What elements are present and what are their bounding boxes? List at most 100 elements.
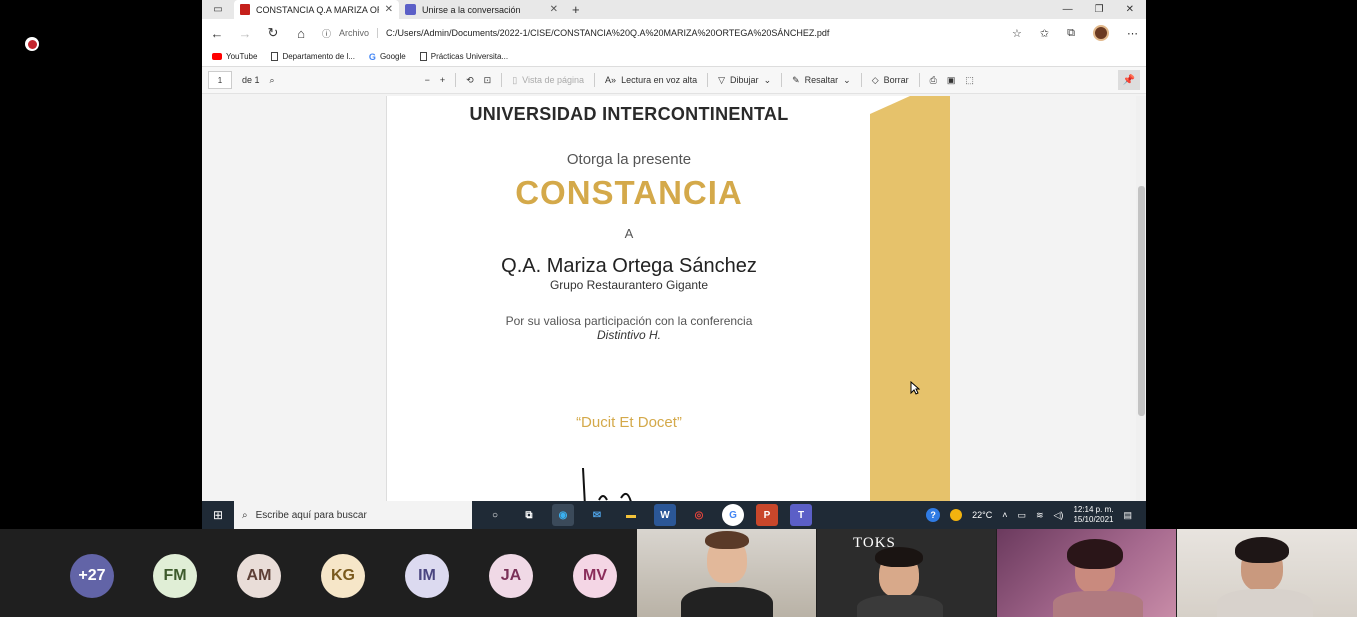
draw-button[interactable]: ▽ Dibujar ⌄ bbox=[718, 75, 771, 86]
participant-body bbox=[1217, 589, 1313, 617]
taskbar-search[interactable]: ⌕ Escribe aquí para buscar bbox=[234, 501, 472, 529]
bookmarks-bar: YouTube Departamento de l... G Google Pr… bbox=[202, 47, 1146, 67]
page-icon bbox=[271, 52, 279, 61]
participant-video[interactable] bbox=[1177, 529, 1357, 617]
chrome-icon[interactable]: ◎ bbox=[688, 504, 710, 526]
close-icon[interactable]: ✕ bbox=[385, 4, 393, 15]
taskbar-clock[interactable]: 12:14 p. m. 15/10/2021 bbox=[1073, 505, 1113, 525]
bookmark-youtube[interactable]: YouTube bbox=[212, 52, 257, 61]
minimize-icon[interactable]: — bbox=[1063, 4, 1073, 15]
edge-icon[interactable]: ◉ bbox=[552, 504, 574, 526]
url-field[interactable]: ⓘ Archivo C:/Users/Admin/Documents/2022-… bbox=[322, 23, 998, 43]
close-icon[interactable]: ✕ bbox=[550, 4, 558, 15]
pdf-viewer[interactable]: UNIVERSIDAD INTERCONTINENTAL Otorga la p… bbox=[202, 96, 1146, 501]
search-icon[interactable]: ⌕ bbox=[270, 75, 275, 86]
save-icon[interactable]: ▣ bbox=[947, 75, 956, 86]
tab-pdf[interactable]: CONSTANCIA Q.A MARIZA ORTE ✕ bbox=[234, 0, 399, 19]
page-view-icon: ▯ bbox=[512, 74, 518, 85]
participant-avatar[interactable]: IM bbox=[405, 554, 449, 598]
highlight-icon: ✎ bbox=[792, 74, 800, 85]
rotate-icon[interactable]: ⟲ bbox=[466, 75, 474, 86]
divider bbox=[918, 73, 920, 87]
weather-icon[interactable] bbox=[950, 509, 963, 521]
mail-icon[interactable]: ✉ bbox=[586, 504, 608, 526]
restore-icon[interactable]: ❐ bbox=[1095, 4, 1104, 15]
decorative-band bbox=[870, 96, 950, 501]
page-number-input[interactable]: 1 bbox=[208, 71, 232, 89]
favorite-star-icon[interactable]: ☆ bbox=[1012, 27, 1022, 40]
pdf-scrollbar[interactable] bbox=[1136, 96, 1146, 501]
bookmark-departamento[interactable]: Departamento de l... bbox=[271, 52, 355, 61]
participant-video[interactable]: TOKS bbox=[817, 529, 996, 617]
task-view-icon[interactable]: ⧉ bbox=[518, 504, 540, 526]
file-explorer-icon[interactable]: ▬ bbox=[620, 504, 642, 526]
chevron-down-icon[interactable]: ⌄ bbox=[764, 75, 772, 86]
notifications-icon[interactable]: ▤ bbox=[1123, 510, 1132, 521]
participant-avatar[interactable]: AM bbox=[237, 554, 281, 598]
participant-avatar[interactable]: FM bbox=[153, 554, 197, 598]
forward-icon[interactable]: → bbox=[238, 26, 252, 41]
url-text[interactable]: C:/Users/Admin/Documents/2022-1/CISE/CON… bbox=[386, 28, 829, 38]
read-aloud-icon: A» bbox=[605, 75, 617, 85]
participant-avatar[interactable]: MV bbox=[573, 554, 617, 598]
eraser-icon: ◇ bbox=[871, 74, 879, 85]
clock-time: 12:14 p. m. bbox=[1073, 505, 1114, 514]
refresh-icon[interactable]: ↻ bbox=[266, 25, 280, 41]
close-window-icon[interactable]: ✕ bbox=[1126, 4, 1134, 15]
divider bbox=[594, 73, 596, 87]
collections-icon[interactable]: ⧉ bbox=[1067, 27, 1075, 40]
participant-hair bbox=[1067, 539, 1123, 569]
back-icon[interactable]: ← bbox=[210, 26, 224, 41]
favorites-icon[interactable]: ✩ bbox=[1040, 27, 1049, 40]
zoom-out-icon[interactable]: − bbox=[425, 75, 430, 85]
zoom-in-icon[interactable]: + bbox=[440, 75, 445, 85]
chevron-down-icon[interactable]: ⌄ bbox=[843, 75, 851, 86]
print-icon[interactable]: ⎙ bbox=[930, 75, 937, 86]
participant-video[interactable] bbox=[637, 529, 816, 617]
new-tab-button[interactable]: + bbox=[564, 2, 588, 17]
bookmark-label: Departamento de l... bbox=[282, 52, 355, 61]
temperature[interactable]: 22°C bbox=[972, 510, 992, 520]
home-icon[interactable]: ⌂ bbox=[294, 26, 308, 41]
erase-button[interactable]: ◇ Borrar bbox=[872, 75, 909, 86]
google-icon[interactable]: G bbox=[722, 504, 744, 526]
divider bbox=[860, 73, 862, 87]
save-as-icon[interactable]: ⬚ bbox=[965, 75, 974, 86]
participant-avatar[interactable]: JA bbox=[489, 554, 533, 598]
avatar-initials: AM bbox=[246, 567, 272, 584]
avatar-initials: +27 bbox=[78, 567, 106, 584]
powerpoint-icon[interactable]: P bbox=[756, 504, 778, 526]
tab-actions-icon[interactable]: ▭ bbox=[202, 4, 234, 15]
help-icon[interactable]: ? bbox=[926, 508, 941, 522]
tab-teams[interactable]: Unirse a la conversación ✕ bbox=[399, 0, 564, 19]
read-aloud-button[interactable]: A» Lectura en voz alta bbox=[605, 75, 697, 85]
participant-avatar[interactable]: KG bbox=[321, 554, 365, 598]
wifi-icon[interactable]: ≋ bbox=[1036, 510, 1044, 521]
battery-icon[interactable]: ▭ bbox=[1017, 510, 1026, 521]
highlight-label: Resaltar bbox=[804, 75, 839, 85]
youtube-icon bbox=[212, 53, 222, 60]
page-view-button[interactable]: ▯ Vista de página bbox=[512, 75, 584, 86]
bookmark-google[interactable]: G Google bbox=[369, 52, 406, 62]
participant-video[interactable] bbox=[997, 529, 1176, 617]
info-icon[interactable]: ⓘ bbox=[322, 27, 331, 40]
recipient-group: Grupo Restaurantero Gigante bbox=[549, 278, 709, 292]
divider bbox=[707, 73, 709, 87]
teams-icon[interactable]: T bbox=[790, 504, 812, 526]
fit-page-icon[interactable]: ⊡ bbox=[484, 75, 492, 86]
volume-icon[interactable]: ◁) bbox=[1054, 510, 1064, 521]
tab-label: Unirse a la conversación bbox=[422, 4, 521, 15]
more-options-icon[interactable]: ⋯ bbox=[1127, 27, 1138, 40]
bookmark-practicas[interactable]: Prácticas Universita... bbox=[419, 52, 508, 61]
participant-body bbox=[1053, 591, 1143, 617]
participant-avatar-more[interactable]: +27 bbox=[70, 554, 114, 598]
university-name: UNIVERSIDAD INTERCONTINENTAL bbox=[469, 104, 789, 124]
word-icon[interactable]: W bbox=[654, 504, 676, 526]
pin-toolbar-icon[interactable]: 📌 bbox=[1118, 70, 1140, 90]
chevron-up-icon[interactable]: ˄ bbox=[1002, 510, 1007, 520]
cortana-icon[interactable]: ○ bbox=[484, 504, 506, 526]
scrollbar-thumb[interactable] bbox=[1138, 186, 1145, 416]
windows-start-icon[interactable]: ⊞ bbox=[202, 508, 234, 522]
highlight-button[interactable]: ✎ Resaltar ⌄ bbox=[792, 75, 851, 86]
profile-avatar[interactable] bbox=[1093, 25, 1109, 41]
